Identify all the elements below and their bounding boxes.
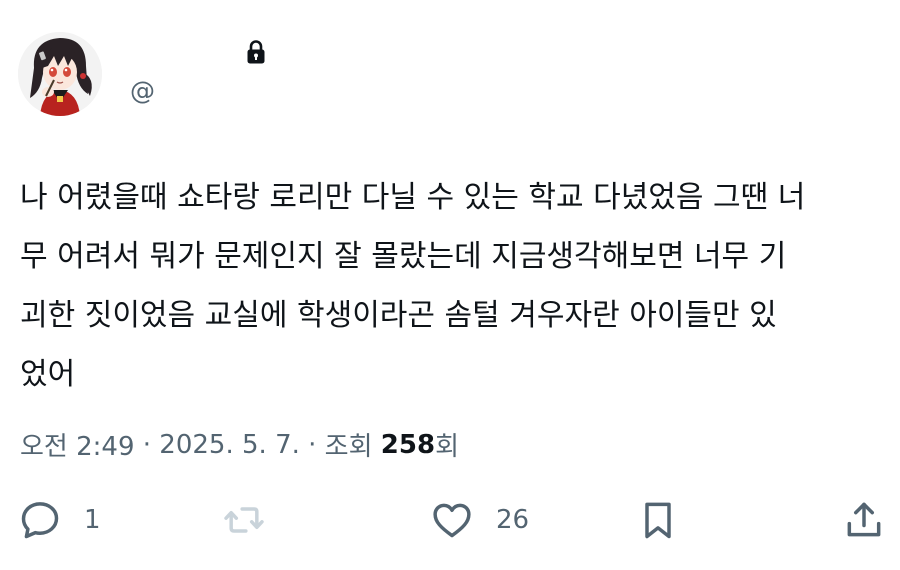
share-button[interactable] bbox=[842, 496, 886, 544]
tweet-text: 나 어렸을때 쇼타랑 로리만 다닐 수 있는 학교 다녔었음 그땐 너 무 어려… bbox=[20, 180, 806, 392]
lock-icon bbox=[247, 40, 265, 64]
bookmark-icon bbox=[645, 502, 671, 539]
like-count: 26 bbox=[496, 505, 530, 535]
share-icon bbox=[847, 502, 881, 537]
heart-icon bbox=[433, 503, 471, 538]
reply-icon bbox=[21, 502, 59, 539]
anime-girl-avatar-icon bbox=[18, 32, 102, 116]
user-handle[interactable]: @ bbox=[130, 76, 155, 105]
tweet-meta: 오전 2:49 · 2025. 5. 7. · 조회 258 회 bbox=[20, 426, 459, 463]
views-suffix: 회 bbox=[435, 432, 459, 462]
reply-count: 1 bbox=[84, 505, 101, 535]
views-count: 258 bbox=[380, 429, 436, 460]
views-prefix: 조회 bbox=[324, 432, 381, 462]
tweet-date[interactable]: 2025. 5. 7. bbox=[159, 430, 300, 460]
like-button[interactable]: 26 bbox=[430, 496, 529, 544]
retweet-icon bbox=[224, 507, 264, 533]
avatar[interactable] bbox=[18, 32, 102, 116]
meta-separator: · bbox=[134, 429, 160, 460]
meta-separator: · bbox=[299, 429, 325, 460]
name-row bbox=[128, 36, 268, 68]
action-bar: 1 26 bbox=[18, 496, 882, 544]
bookmark-button[interactable] bbox=[636, 496, 680, 544]
retweet-button[interactable] bbox=[222, 496, 288, 544]
tweet-header: @ bbox=[18, 32, 878, 122]
tweet-time[interactable]: 오전 2:49 bbox=[20, 426, 135, 463]
reply-button[interactable]: 1 bbox=[18, 496, 101, 544]
